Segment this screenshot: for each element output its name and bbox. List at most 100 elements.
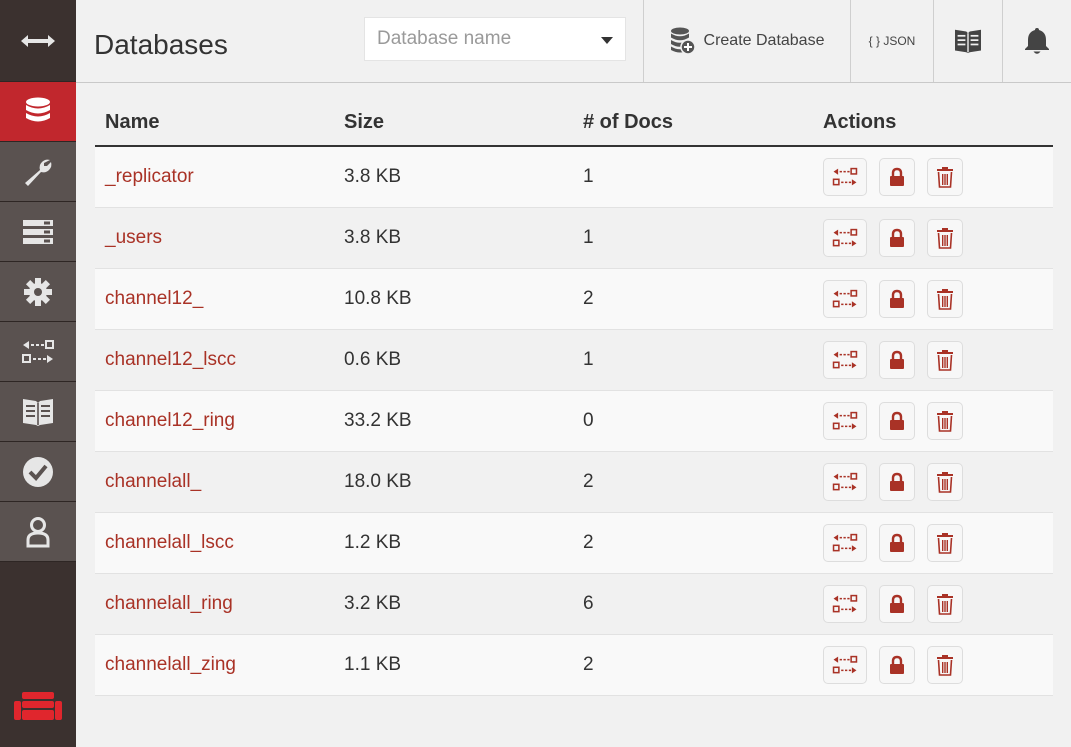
databases-table: Name Size # of Docs Actions _replicator …: [95, 100, 1053, 696]
permissions-button[interactable]: [879, 340, 915, 379]
create-database-label: Create Database: [703, 32, 825, 49]
database-link[interactable]: channelall_: [105, 471, 201, 492]
permissions-button[interactable]: [879, 645, 915, 684]
permissions-button[interactable]: [879, 401, 915, 440]
permissions-button[interactable]: [879, 279, 915, 318]
table-row: _replicator 3.8 KB 1: [95, 146, 1053, 208]
delete-button[interactable]: [927, 157, 963, 196]
replication-icon: [832, 228, 858, 246]
couch-logo-icon: [14, 692, 62, 720]
header: Databases Create Database { } JSON: [76, 0, 1071, 83]
sidebar-item-documentation[interactable]: [0, 382, 76, 442]
permissions-button[interactable]: [879, 584, 915, 623]
trash-icon: [937, 227, 953, 249]
delete-button[interactable]: [927, 645, 963, 684]
permissions-button[interactable]: [879, 462, 915, 501]
chevron-down-icon[interactable]: [601, 37, 613, 44]
delete-button[interactable]: [927, 340, 963, 379]
database-link[interactable]: channelall_zing: [105, 654, 236, 675]
database-name-cell: channel12_: [95, 268, 334, 330]
database-actions: [813, 268, 1053, 330]
replication-icon: [832, 655, 858, 673]
replicate-button[interactable]: [823, 645, 867, 684]
notifications-button[interactable]: [1002, 0, 1071, 82]
database-name-cell: channelall_: [95, 451, 334, 513]
delete-button[interactable]: [927, 523, 963, 562]
replication-icon: [832, 533, 858, 551]
delete-button[interactable]: [927, 218, 963, 257]
database-actions: [813, 512, 1053, 574]
database-actions: [813, 573, 1053, 635]
column-header-size[interactable]: Size: [334, 100, 573, 147]
database-link[interactable]: channel12_ring: [105, 410, 235, 431]
database-doc-count: 2: [573, 268, 813, 330]
database-name-cell: channelall_zing: [95, 634, 334, 696]
database-link[interactable]: channelall_ring: [105, 593, 233, 614]
lock-icon: [890, 472, 904, 491]
lock-icon: [890, 533, 904, 552]
database-link[interactable]: channel12_: [105, 288, 203, 309]
delete-button[interactable]: [927, 584, 963, 623]
permissions-button[interactable]: [879, 218, 915, 257]
replicate-button[interactable]: [823, 584, 867, 623]
json-button[interactable]: { } JSON: [850, 0, 933, 82]
create-database-button[interactable]: Create Database: [643, 0, 850, 82]
database-name-cell: channelall_ring: [95, 573, 334, 635]
table-row: _users 3.8 KB 1: [95, 207, 1053, 269]
replicate-button[interactable]: [823, 523, 867, 562]
delete-button[interactable]: [927, 401, 963, 440]
database-search[interactable]: [364, 17, 626, 61]
sidebar-item-active-tasks[interactable]: [0, 202, 76, 262]
table-row: channel12_ring 33.2 KB 0: [95, 390, 1053, 452]
database-link[interactable]: channel12_lscc: [105, 349, 236, 370]
delete-button[interactable]: [927, 462, 963, 501]
replicate-button[interactable]: [823, 157, 867, 196]
database-name-cell: _users: [95, 207, 334, 269]
database-doc-count: 2: [573, 451, 813, 513]
replicate-button[interactable]: [823, 340, 867, 379]
database-actions: [813, 146, 1053, 208]
replicate-button[interactable]: [823, 279, 867, 318]
database-name-cell: channel12_lscc: [95, 329, 334, 391]
database-actions: [813, 207, 1053, 269]
sidebar-item-verify[interactable]: [0, 442, 76, 502]
replication-icon: [832, 411, 858, 429]
database-link[interactable]: channelall_lscc: [105, 532, 234, 553]
replicate-button[interactable]: [823, 218, 867, 257]
column-header-docs[interactable]: # of Docs: [573, 100, 813, 147]
database-name-cell: channelall_lscc: [95, 512, 334, 574]
trash-icon: [937, 410, 953, 432]
replication-icon: [832, 472, 858, 490]
book-icon: [23, 398, 53, 426]
database-search-input[interactable]: [365, 18, 589, 60]
database-link[interactable]: _replicator: [105, 166, 194, 187]
database-size: 1.1 KB: [334, 634, 573, 696]
sidebar-item-config[interactable]: [0, 262, 76, 322]
sidebar-item-user[interactable]: [0, 502, 76, 562]
permissions-button[interactable]: [879, 157, 915, 196]
database-link[interactable]: _users: [105, 227, 162, 248]
user-icon: [26, 516, 50, 547]
lock-icon: [890, 350, 904, 369]
table-header-row: Name Size # of Docs Actions: [95, 100, 1053, 147]
sidebar-toggle[interactable]: [0, 0, 76, 82]
documentation-button[interactable]: [933, 0, 1002, 82]
json-label: { } JSON: [868, 34, 916, 48]
database-size: 3.2 KB: [334, 573, 573, 635]
replicate-button[interactable]: [823, 462, 867, 501]
lock-icon: [890, 594, 904, 613]
lock-icon: [890, 289, 904, 308]
delete-button[interactable]: [927, 279, 963, 318]
column-header-name[interactable]: Name: [95, 100, 334, 147]
table-body: _replicator 3.8 KB 1 _users 3.8 KB 1 cha…: [95, 146, 1053, 696]
permissions-button[interactable]: [879, 523, 915, 562]
sidebar-item-setup[interactable]: [0, 142, 76, 202]
check-circle-icon: [23, 456, 53, 487]
sidebar-item-replication[interactable]: [0, 322, 76, 382]
replicate-button[interactable]: [823, 401, 867, 440]
bell-icon: [1025, 28, 1049, 54]
sidebar-item-databases[interactable]: [0, 82, 76, 142]
database-size: 3.8 KB: [334, 207, 573, 269]
database-doc-count: 1: [573, 146, 813, 208]
replication-icon: [832, 167, 858, 186]
